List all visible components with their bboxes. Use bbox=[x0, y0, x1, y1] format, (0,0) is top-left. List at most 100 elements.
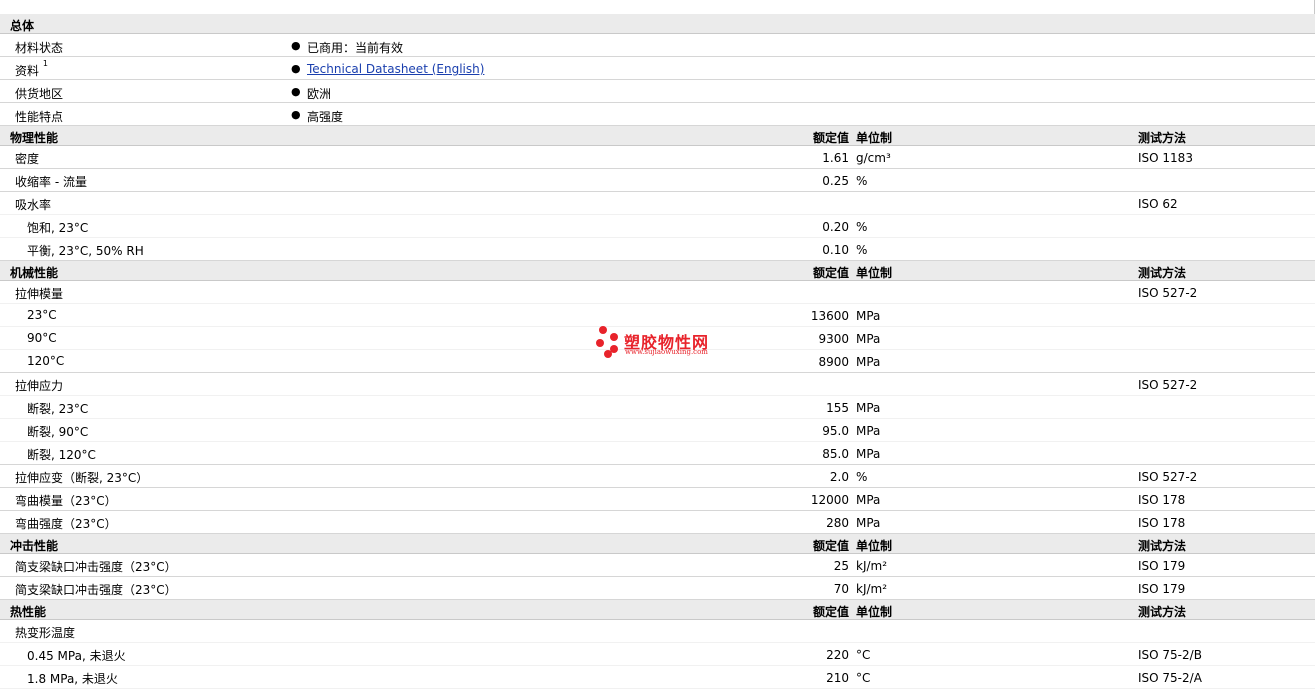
test-column-header: 测试方法 bbox=[1138, 131, 1187, 145]
property-subrow: 断裂, 120°C 85.0 MPa bbox=[0, 442, 1315, 465]
property-row: 弯曲强度（23°C） 280 MPa ISO 178 bbox=[0, 511, 1315, 534]
property-unit: °C bbox=[856, 648, 871, 662]
bullet-icon: ● bbox=[291, 85, 301, 98]
test-method: ISO 75-2/B bbox=[1138, 648, 1202, 662]
datasheet-link[interactable]: Technical Datasheet (English) bbox=[307, 62, 484, 76]
bullet-icon: ● bbox=[291, 108, 301, 121]
property-label: 收缩率 - 流量 bbox=[15, 175, 87, 189]
property-label: 拉伸应变（断裂, 23°C） bbox=[15, 471, 149, 485]
property-subrow: 饱和, 23°C 0.20 % bbox=[0, 215, 1315, 238]
row-label: 材料状态 bbox=[15, 41, 64, 55]
property-value: 0.20 bbox=[822, 220, 849, 234]
property-row: 弯曲模量（23°C） 12000 MPa ISO 178 bbox=[0, 488, 1315, 511]
property-value: 85.0 bbox=[822, 447, 849, 461]
property-value: 210 bbox=[826, 671, 849, 685]
property-value: 12000 bbox=[810, 493, 849, 507]
test-method: ISO 179 bbox=[1138, 559, 1186, 573]
section-title: 机械性能 bbox=[10, 266, 59, 280]
property-row: 热变形温度 bbox=[0, 620, 1315, 643]
unit-column-header: 单位制 bbox=[856, 605, 893, 619]
property-label: 1.8 MPa, 未退火 bbox=[27, 672, 118, 686]
property-value: 0.25 bbox=[822, 174, 849, 188]
test-method: ISO 527-2 bbox=[1138, 470, 1198, 484]
value-column-header: 额定值 bbox=[812, 131, 849, 145]
property-value: 25 bbox=[833, 559, 849, 573]
property-label: 弯曲模量（23°C） bbox=[15, 494, 117, 508]
property-unit: MPa bbox=[856, 355, 881, 369]
property-unit: kJ/m² bbox=[856, 582, 888, 596]
test-method: ISO 527-2 bbox=[1138, 286, 1198, 300]
watermark-url: www.sujiaowuxing.com bbox=[625, 348, 708, 356]
bullet-icon: ● bbox=[291, 62, 301, 75]
property-value: 220 bbox=[826, 648, 849, 662]
bullet-icon: ● bbox=[291, 39, 301, 52]
property-row: 拉伸模量 ISO 527-2 bbox=[0, 281, 1315, 304]
row-label: 性能特点 bbox=[15, 110, 64, 124]
property-label: 饱和, 23°C bbox=[27, 221, 89, 235]
row-label: 资料 1 bbox=[15, 59, 48, 78]
general-row-datasheet: 资料 1 ● Technical Datasheet (English) bbox=[0, 57, 1315, 80]
unit-column-header: 单位制 bbox=[856, 131, 893, 145]
test-column-header: 测试方法 bbox=[1138, 266, 1187, 280]
watermark-logo: 塑胶物性网 www.sujiaowuxing.com bbox=[594, 325, 734, 361]
property-value: 155 bbox=[826, 401, 849, 415]
property-unit: % bbox=[856, 174, 868, 188]
property-unit: % bbox=[856, 243, 868, 257]
property-subrow: 23°C 13600 MPa bbox=[0, 304, 1315, 327]
test-method: ISO 75-2/A bbox=[1138, 671, 1202, 685]
value-column-header: 额定值 bbox=[812, 539, 849, 553]
property-row: 吸水率 ISO 62 bbox=[0, 192, 1315, 215]
property-unit: MPa bbox=[856, 447, 881, 461]
property-unit: kJ/m² bbox=[856, 559, 888, 573]
property-label: 密度 bbox=[15, 152, 40, 166]
property-subrow: 0.45 MPa, 未退火 220 °C ISO 75-2/B bbox=[0, 643, 1315, 666]
property-unit: g/cm³ bbox=[856, 151, 891, 165]
property-label: 拉伸模量 bbox=[15, 287, 64, 301]
property-unit: % bbox=[856, 470, 868, 484]
general-row-status: 材料状态 ● 已商用：当前有效 bbox=[0, 34, 1315, 57]
general-row-features: 性能特点 ● 高强度 bbox=[0, 103, 1315, 126]
value-column-header: 额定值 bbox=[812, 266, 849, 280]
property-label: 断裂, 90°C bbox=[27, 425, 89, 439]
row-label: 供货地区 bbox=[15, 87, 64, 101]
property-label: 简支梁缺口冲击强度（23°C） bbox=[15, 560, 177, 574]
test-method: ISO 527-2 bbox=[1138, 378, 1198, 392]
test-method: ISO 1183 bbox=[1138, 151, 1193, 165]
general-row-region: 供货地区 ● 欧洲 bbox=[0, 80, 1315, 103]
property-row: 简支梁缺口冲击强度（23°C） 25 kJ/m² ISO 179 bbox=[0, 554, 1315, 577]
property-value: 280 bbox=[826, 516, 849, 530]
property-label: 23°C bbox=[27, 308, 57, 322]
property-value: 9300 bbox=[818, 332, 849, 346]
property-subrow: 平衡, 23°C, 50% RH 0.10 % bbox=[0, 238, 1315, 261]
property-subrow: 断裂, 23°C 155 MPa bbox=[0, 396, 1315, 419]
test-method: ISO 178 bbox=[1138, 493, 1186, 507]
property-label: 弯曲强度（23°C） bbox=[15, 517, 117, 531]
row-value: 已商用：当前有效 bbox=[307, 41, 404, 55]
test-method: ISO 179 bbox=[1138, 582, 1186, 596]
property-row: 密度 1.61 g/cm³ ISO 1183 bbox=[0, 146, 1315, 169]
property-value: 70 bbox=[833, 582, 849, 596]
section-header-mechanical: 机械性能 额定值 单位制 测试方法 bbox=[0, 261, 1315, 281]
property-row: 拉伸应力 ISO 527-2 bbox=[0, 373, 1315, 396]
section-header-thermal: 热性能 额定值 单位制 测试方法 bbox=[0, 600, 1315, 620]
property-label: 平衡, 23°C, 50% RH bbox=[27, 244, 144, 258]
section-title: 热性能 bbox=[10, 605, 47, 619]
property-unit: MPa bbox=[856, 332, 881, 346]
property-unit: °C bbox=[856, 671, 871, 685]
dots-logo-icon bbox=[596, 326, 618, 358]
property-label: 热变形温度 bbox=[15, 626, 76, 640]
property-row: 简支梁缺口冲击强度（23°C） 70 kJ/m² ISO 179 bbox=[0, 577, 1315, 600]
property-unit: MPa bbox=[856, 401, 881, 415]
property-value: 1.61 bbox=[822, 151, 849, 165]
section-title: 总体 bbox=[10, 19, 35, 33]
section-header-impact: 冲击性能 额定值 单位制 测试方法 bbox=[0, 534, 1315, 554]
property-subrow: 断裂, 90°C 95.0 MPa bbox=[0, 419, 1315, 442]
property-value: 13600 bbox=[810, 309, 849, 323]
test-method: ISO 62 bbox=[1138, 197, 1178, 211]
row-value: 高强度 bbox=[307, 110, 344, 124]
property-value: 8900 bbox=[818, 355, 849, 369]
section-title: 冲击性能 bbox=[10, 539, 59, 553]
unit-column-header: 单位制 bbox=[856, 539, 893, 553]
property-unit: MPa bbox=[856, 309, 881, 323]
footnote-marker: 1 bbox=[42, 59, 48, 68]
